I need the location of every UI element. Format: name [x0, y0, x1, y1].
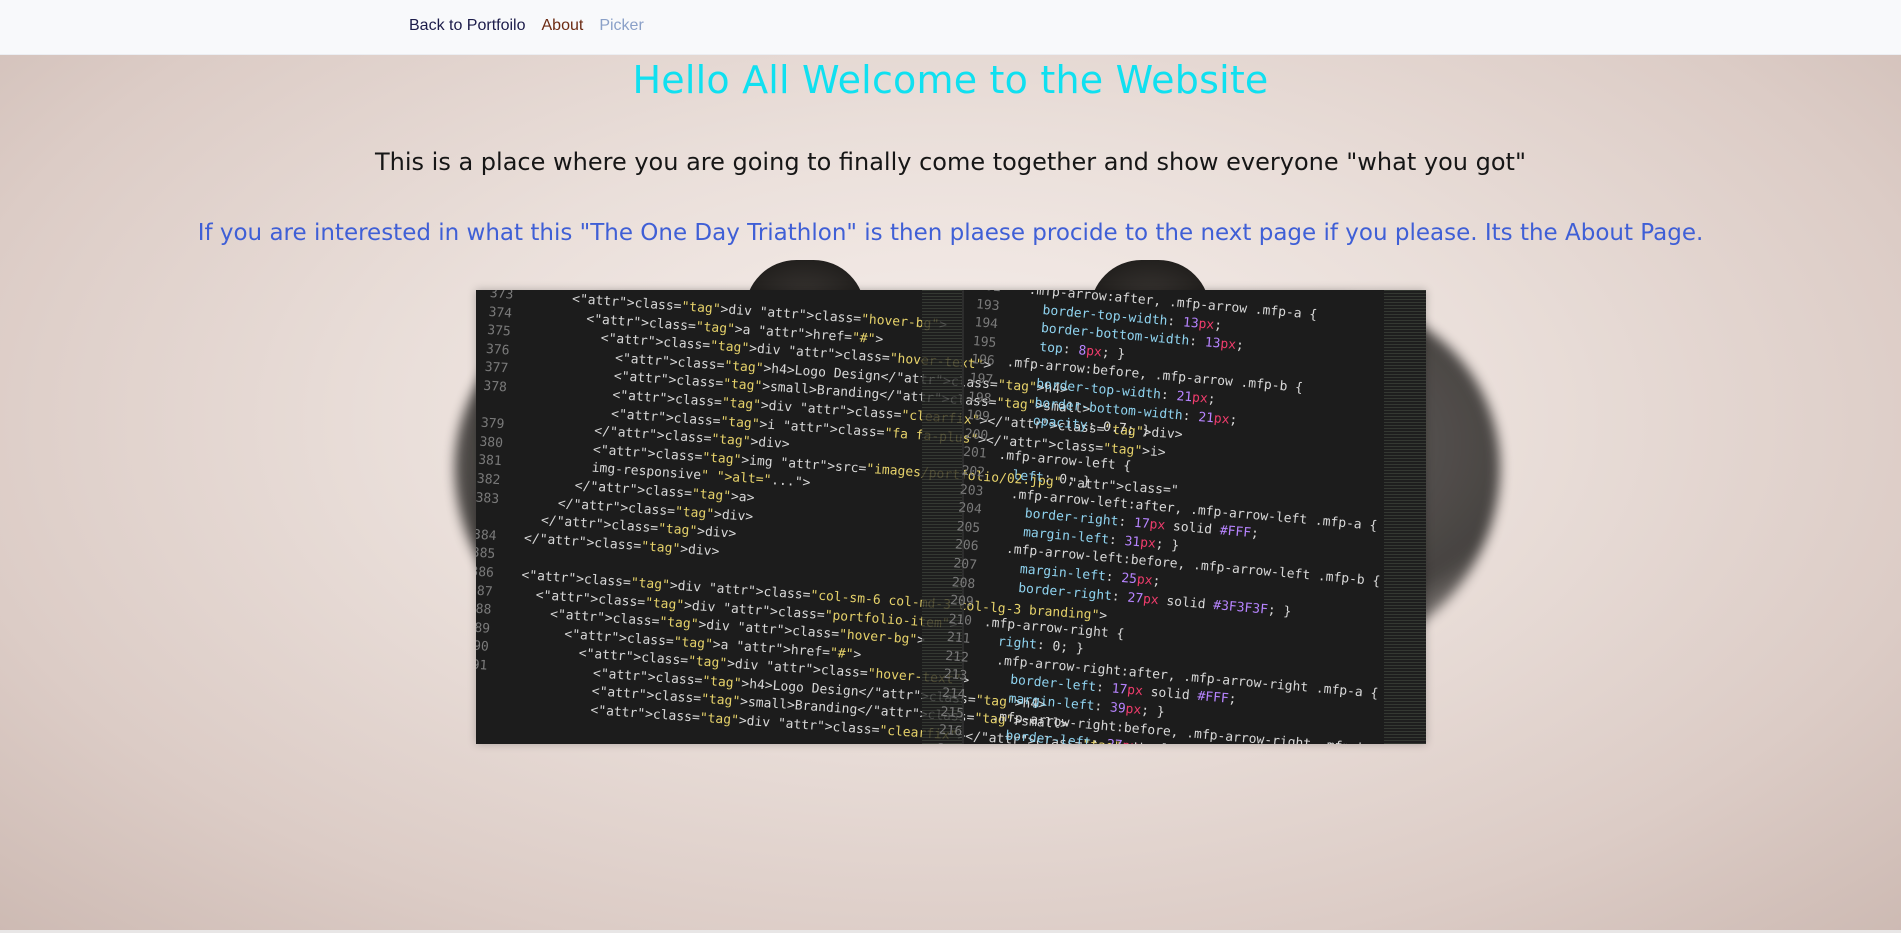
hero-tagline: This is a place where you are going to f… — [375, 148, 1526, 176]
navbar: Back to Portfoilo About Picker — [0, 0, 1901, 55]
line-number: 380 — [478, 434, 504, 451]
line-number: 391 — [476, 656, 488, 674]
minimap-right — [1384, 290, 1426, 744]
code-pane-right: 1921931941951961971981992002012022032042… — [924, 290, 1382, 744]
line-number: 385 — [476, 545, 496, 563]
line-number: 384 — [476, 527, 497, 544]
line-number: 375 — [486, 323, 512, 340]
nav-link-picker[interactable]: Picker — [599, 17, 643, 35]
line-number: 388 — [476, 601, 492, 618]
hero-info-text: If you are interested in what this "The … — [197, 220, 1704, 246]
line-number: 381 — [477, 452, 503, 470]
line-number: 389 — [476, 619, 491, 637]
code-pane-left: 373 374 375 376 377 378 379 380 381 382 383 384 38… — [476, 290, 1183, 744]
line-number: 383 — [476, 490, 500, 507]
code-lines-right: .mfp-arrow:after, .mfp-arrow .mfp-a { bo… — [967, 290, 1419, 744]
code-screenshot-image: 373 374 375 376 377 378 379 380 381 382 383 384 38… — [476, 290, 1426, 744]
page: Back to Portfoilo About Picker Hello All… — [0, 0, 1901, 933]
line-number: 387 — [476, 582, 494, 600]
line-number: 386 — [476, 564, 495, 581]
nav-links: Back to Portfoilo About Picker — [409, 17, 644, 35]
nav-link-about[interactable]: About — [542, 17, 584, 35]
line-number — [476, 507, 498, 528]
line-number: 377 — [484, 360, 509, 377]
line-number: 378 — [482, 378, 508, 396]
line-number: 390 — [476, 638, 490, 656]
line-number — [476, 395, 506, 416]
line-number: 382 — [476, 471, 501, 489]
nav-link-back-to-portfolio[interactable]: Back to Portfoilo — [409, 17, 526, 35]
line-number: 379 — [480, 415, 505, 433]
page-title: Hello All Welcome to the Website — [632, 58, 1269, 102]
line-number: 374 — [488, 304, 513, 322]
line-number: 376 — [485, 341, 510, 359]
